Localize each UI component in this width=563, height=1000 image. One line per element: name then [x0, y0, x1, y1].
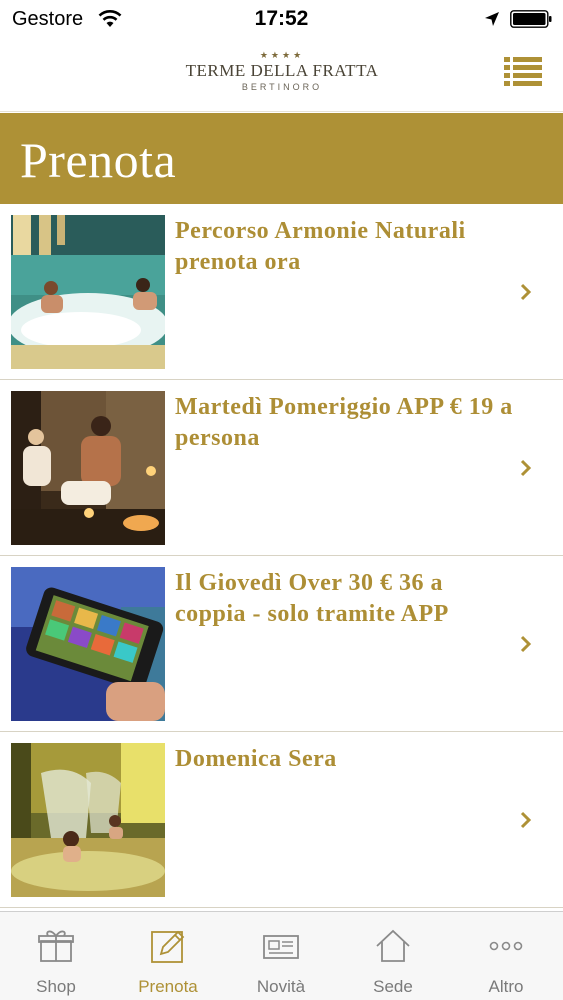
page-title: Prenota: [20, 132, 177, 188]
logo-city: BERTINORO: [241, 82, 323, 92]
logo-stars: ★★★★: [259, 50, 305, 60]
tab-shop[interactable]: Shop: [0, 912, 112, 1000]
status-bar: Gestore 17:52: [0, 0, 563, 40]
chevron-right-icon: [520, 635, 532, 653]
clock: 17:52: [254, 7, 309, 30]
tab-label: Novità: [256, 977, 306, 996]
chevron-right-icon: [520, 283, 532, 301]
list-item-label: Domenica Sera: [175, 746, 337, 772]
tab-sede[interactable]: Sede: [337, 912, 449, 1000]
waterfall-pool-thumbnail: [11, 743, 165, 897]
list-item-label: Percorso Armonie Naturali prenota ora: [175, 218, 466, 275]
location-arrow-icon: [485, 12, 499, 26]
app-header: ★★★★ TERME DELLA FRATTA BERTINORO: [0, 40, 563, 112]
smartphone-app-thumbnail: [11, 567, 165, 721]
list-item-martedi[interactable]: Martedì Pomeriggio APP € 19 a persona: [0, 380, 563, 556]
list-menu-icon[interactable]: [502, 54, 544, 88]
tab-label: Sede: [373, 977, 413, 996]
tab-prenota[interactable]: Prenota: [112, 912, 224, 1000]
gift-icon: [38, 930, 74, 962]
page-title-band: Prenota: [0, 113, 563, 204]
list-item-label: Martedì Pomeriggio APP € 19 a persona: [175, 394, 513, 451]
newspaper-icon: [263, 935, 299, 959]
pool-couple-thumbnail: [11, 215, 165, 369]
tab-novita[interactable]: Novità: [225, 912, 337, 1000]
home-icon: [376, 929, 410, 962]
tab-altro[interactable]: Altro: [450, 912, 562, 1000]
chevron-right-icon: [520, 459, 532, 477]
list-item-label: Il Giovedì Over 30 € 36 a coppia - solo …: [175, 570, 449, 627]
brand-logo[interactable]: ★★★★ TERME DELLA FRATTA BERTINORO: [180, 50, 384, 104]
tab-label: Shop: [36, 977, 76, 996]
list-item-domenica[interactable]: Domenica Sera: [0, 732, 563, 908]
list-item-percorso[interactable]: Percorso Armonie Naturali prenota ora: [0, 204, 563, 380]
tab-label: Altro: [488, 977, 524, 996]
chevron-right-icon: [520, 811, 532, 829]
edit-icon: [151, 930, 185, 963]
tab-label: Prenota: [138, 977, 198, 996]
tab-bar: Shop Prenota Novità Sede Altro: [0, 911, 563, 1000]
logo-name: TERME DELLA FRATTA: [185, 61, 379, 80]
battery-icon: [510, 10, 552, 28]
sauna-candles-thumbnail: [11, 391, 165, 545]
more-icon: [489, 941, 523, 951]
list-item-giovedi[interactable]: Il Giovedì Over 30 € 36 a coppia - solo …: [0, 556, 563, 732]
